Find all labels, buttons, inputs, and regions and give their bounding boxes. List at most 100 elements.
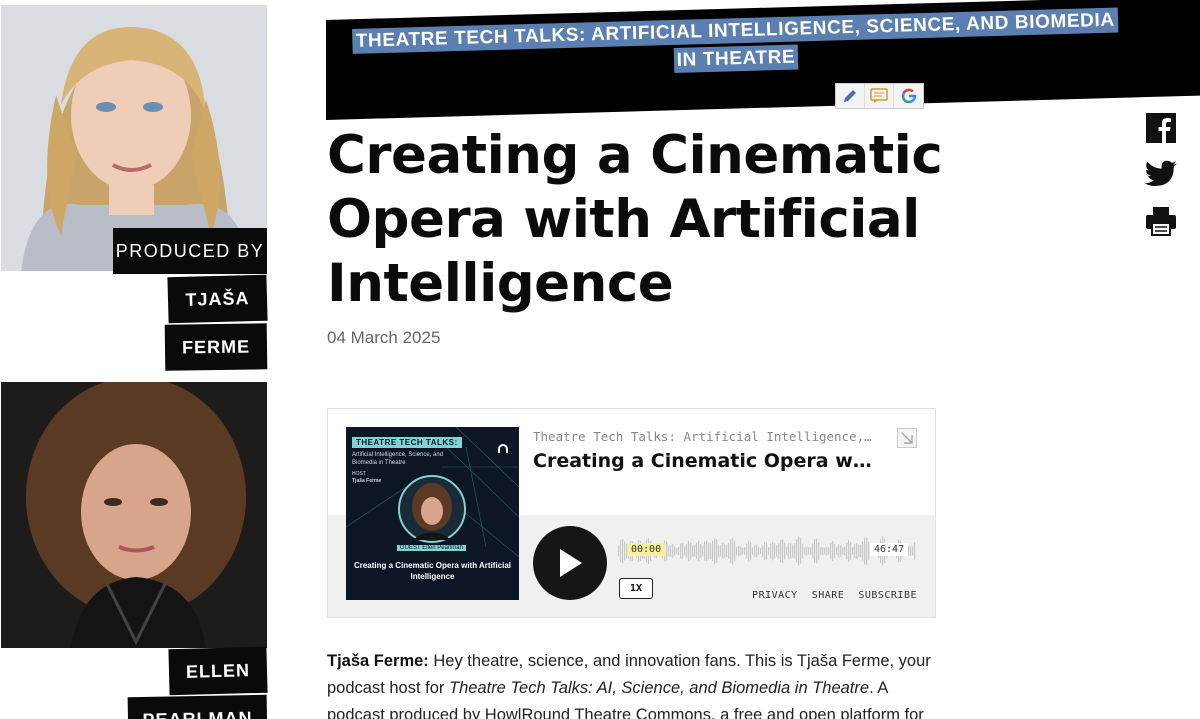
waveform-bar: [666, 540, 668, 562]
playback-speed-button[interactable]: 1X: [619, 578, 653, 599]
waveform-bar: [696, 542, 698, 560]
waveform-bar: [792, 544, 794, 558]
waveform-bar: [720, 545, 722, 557]
pencil-icon[interactable]: [836, 84, 865, 108]
cover-guest: GUEST Ellen Pearlman: [397, 545, 466, 551]
transcript-paragraph: Tjaša Ferme: Hey theatre, science, and i…: [327, 652, 931, 719]
waveform-bar: [768, 547, 770, 555]
waveform-bar: [706, 540, 708, 562]
waveform-bar: [836, 547, 838, 555]
total-time: 46:47: [870, 543, 909, 556]
waveform-bar: [820, 547, 822, 555]
cover-episode-title: Creating a Cinematic Opera with Artifici…: [353, 561, 512, 581]
waveform-bar: [790, 543, 792, 559]
waveform-bar: [676, 547, 678, 555]
show-name: Theatre Tech Talks: AI, Science, and Bio…: [449, 679, 870, 697]
podcast-player: THEATRE TECH TALKS: Artificial Intellige…: [327, 408, 936, 618]
google-icon[interactable]: [894, 84, 923, 108]
waveform-bar: [700, 544, 702, 558]
waveform-bar: [788, 543, 790, 559]
subscribe-link[interactable]: SUBSCRIBE: [858, 590, 917, 601]
podcast-series-name[interactable]: Theatre Tech Talks: Artificial Intellige…: [533, 429, 873, 444]
waveform-bar: [822, 546, 824, 556]
waveform-bar: [752, 547, 754, 555]
waveform-bar: [718, 544, 720, 558]
share-link[interactable]: SHARE: [812, 590, 845, 601]
selection-toolbar: [835, 83, 924, 109]
waveform-bar: [806, 546, 808, 556]
waveform-bar: [746, 543, 748, 559]
waveform-bar: [776, 544, 778, 558]
waveform-bar: [692, 545, 694, 557]
waveform-bar: [680, 543, 682, 559]
waveform-bar: [846, 543, 848, 559]
waveform-bar: [908, 546, 910, 556]
waveform-bar: [712, 540, 714, 562]
twitter-icon[interactable]: [1143, 156, 1179, 192]
waveform-bar: [738, 545, 740, 557]
article-date: 04 March 2025: [327, 328, 441, 347]
waveform-bar: [812, 543, 814, 559]
waveform-bar: [736, 546, 738, 556]
waveform-bar: [770, 543, 772, 559]
cover-subheading: Artificial Intelligence, Science, and Bi…: [352, 452, 444, 466]
comment-icon[interactable]: [865, 84, 894, 108]
waveform-bar: [722, 543, 724, 559]
waveform-bar: [732, 537, 734, 565]
waveform-bar: [716, 539, 718, 563]
waveform-bar: [670, 545, 672, 557]
guest-card: ELLEN PEARLMAN: [0, 380, 268, 719]
waveform-bar: [860, 544, 862, 558]
waveform-bar: [674, 546, 676, 556]
waveform-bar: [742, 547, 744, 555]
waveform-bar: [818, 542, 820, 560]
waveform-bar: [772, 541, 774, 561]
waveform-bar: [750, 542, 752, 560]
waveform-bar: [854, 544, 856, 558]
waveform-bar: [740, 546, 742, 556]
waveform-bar: [780, 539, 782, 563]
cover-heading: THEATRE TECH TALKS:: [352, 437, 462, 448]
article-title: Creating a Cinematic Opera with Artifici…: [327, 125, 943, 314]
producer-card: PRODUCED BY TJAŠA FERME: [0, 0, 268, 380]
waveform-bar: [702, 545, 704, 557]
waveform-bar: [682, 542, 684, 560]
guest-portrait: [1, 382, 267, 648]
waveform-bar: [748, 540, 750, 562]
privacy-link[interactable]: PRIVACY: [752, 590, 798, 601]
waveform-bar: [708, 542, 710, 560]
waveform-bar: [728, 542, 730, 560]
waveform-bar: [862, 541, 864, 561]
facebook-icon[interactable]: [1143, 110, 1179, 146]
episode-title[interactable]: Creating a Cinematic Opera with Artifici…: [533, 450, 873, 472]
waveform-bar: [784, 542, 786, 560]
waveform-bar: [828, 547, 830, 555]
waveform-bar: [668, 545, 670, 557]
waveform-bar: [850, 541, 852, 561]
waveform-bar: [802, 543, 804, 559]
waveform-bar: [756, 544, 758, 558]
play-button[interactable]: [533, 526, 607, 600]
waveform-bar: [764, 542, 766, 560]
waveform-bar: [734, 541, 736, 561]
waveform-bar: [842, 547, 844, 555]
print-icon[interactable]: [1143, 203, 1179, 239]
waveform-bar: [744, 547, 746, 555]
waveform-bar: [694, 545, 696, 557]
waveform-bar: [848, 540, 850, 562]
waveform-bar: [724, 544, 726, 558]
external-link-icon[interactable]: [897, 428, 917, 448]
waveform-bar: [622, 538, 624, 564]
waveform-bar: [800, 538, 802, 564]
waveform-bar: [684, 546, 686, 556]
waveform-bar: [856, 543, 858, 559]
waveform-bar: [782, 539, 784, 563]
waveform-bar: [618, 545, 620, 557]
waveform-bar: [864, 537, 866, 565]
waveform-bar: [620, 540, 622, 562]
producer-name-last: FERME: [164, 323, 268, 371]
waveform-bar: [710, 543, 712, 559]
waveform-bar: [844, 546, 846, 556]
waveform-bar: [798, 536, 800, 566]
waveform-bar: [760, 547, 762, 555]
